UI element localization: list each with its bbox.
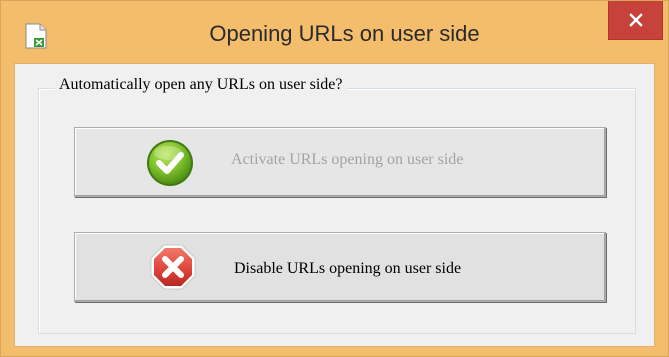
cross-octagon-icon <box>150 244 196 290</box>
title-bar[interactable]: Opening URLs on user side <box>1 1 668 63</box>
dialog-window: Opening URLs on user side Automatically … <box>0 0 669 357</box>
dialog-body: Automatically open any URLs on user side… <box>14 63 655 347</box>
disable-urls-label: Disable URLs opening on user side <box>234 260 462 277</box>
groupbox-label: Automatically open any URLs on user side… <box>55 76 347 94</box>
activate-urls-button[interactable]: Activate URLs opening on user side <box>74 127 606 197</box>
check-circle-icon <box>147 140 193 186</box>
window-title: Opening URLs on user side <box>209 21 480 46</box>
disable-urls-button[interactable]: Disable URLs opening on user side <box>74 232 606 302</box>
close-icon <box>628 13 643 27</box>
activate-urls-label: Activate URLs opening on user side <box>231 151 464 168</box>
close-button[interactable] <box>608 1 663 40</box>
